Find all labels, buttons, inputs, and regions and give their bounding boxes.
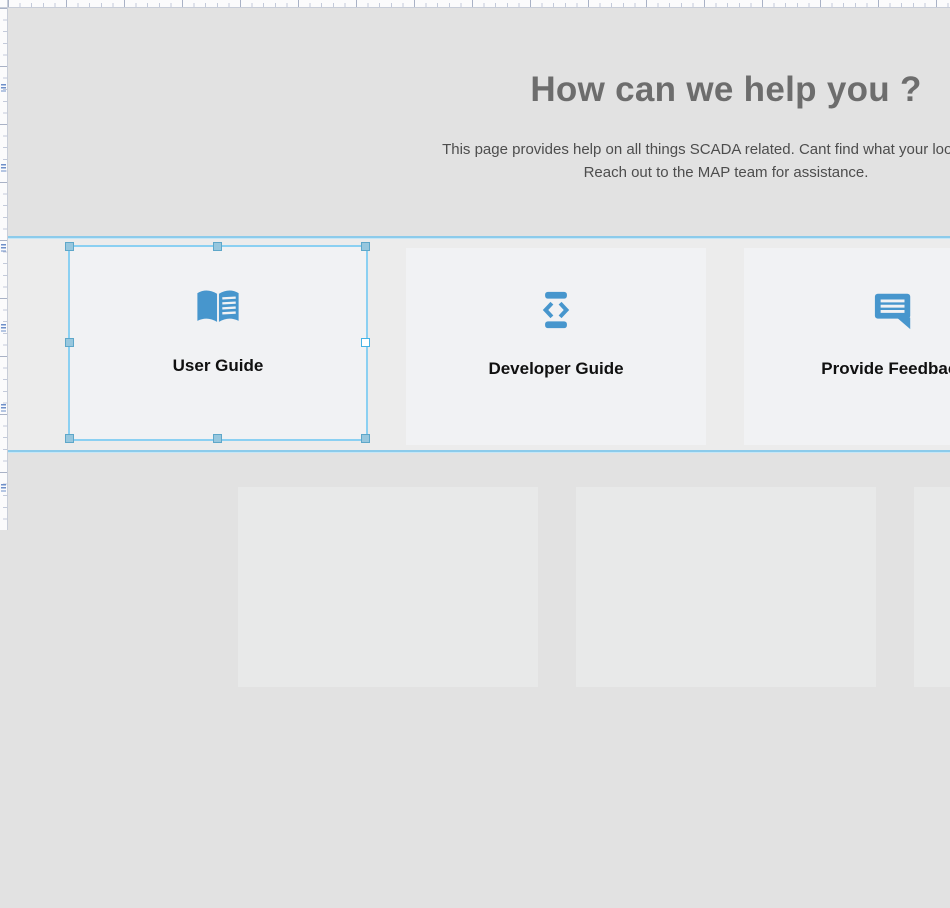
help-cards-section: User Guide Developer Guide (8, 239, 950, 450)
subtitle-line-1: This page provides help on all things SC… (8, 138, 950, 161)
feedback-bubble-icon (873, 290, 915, 330)
vertical-ruler (0, 8, 8, 530)
ruler-corner (0, 0, 8, 8)
card-user-guide[interactable]: User Guide (68, 245, 368, 441)
card-label: Provide Feedback (821, 360, 950, 377)
card-provide-feedback[interactable]: Provide Feedback (744, 248, 950, 445)
placeholder-card[interactable] (914, 487, 950, 687)
open-book-icon (195, 287, 241, 327)
placeholder-card[interactable] (576, 487, 876, 687)
ruler-unit-mark (1, 404, 6, 413)
ruler-unit-mark (1, 164, 6, 173)
ruler-unit-mark (1, 84, 6, 93)
developer-mode-icon (536, 290, 576, 330)
design-canvas: How can we help you ? This page provides… (8, 8, 950, 908)
horizontal-ruler (8, 0, 950, 8)
card-label: User Guide (173, 357, 264, 374)
card-label: Developer Guide (488, 360, 623, 377)
next-row-section (8, 453, 950, 719)
subtitle-line-2: Reach out to the MAP team for assistance… (8, 161, 950, 184)
placeholder-card[interactable] (238, 487, 538, 687)
page-title[interactable]: How can we help you ? (8, 8, 950, 110)
card-developer-guide[interactable]: Developer Guide (406, 248, 706, 445)
ruler-unit-mark (1, 484, 6, 493)
help-header-section: How can we help you ? This page provides… (8, 8, 950, 236)
ruler-unit-mark (1, 244, 6, 253)
page-subtitle[interactable]: This page provides help on all things SC… (8, 138, 950, 184)
ruler-unit-mark (1, 324, 6, 333)
